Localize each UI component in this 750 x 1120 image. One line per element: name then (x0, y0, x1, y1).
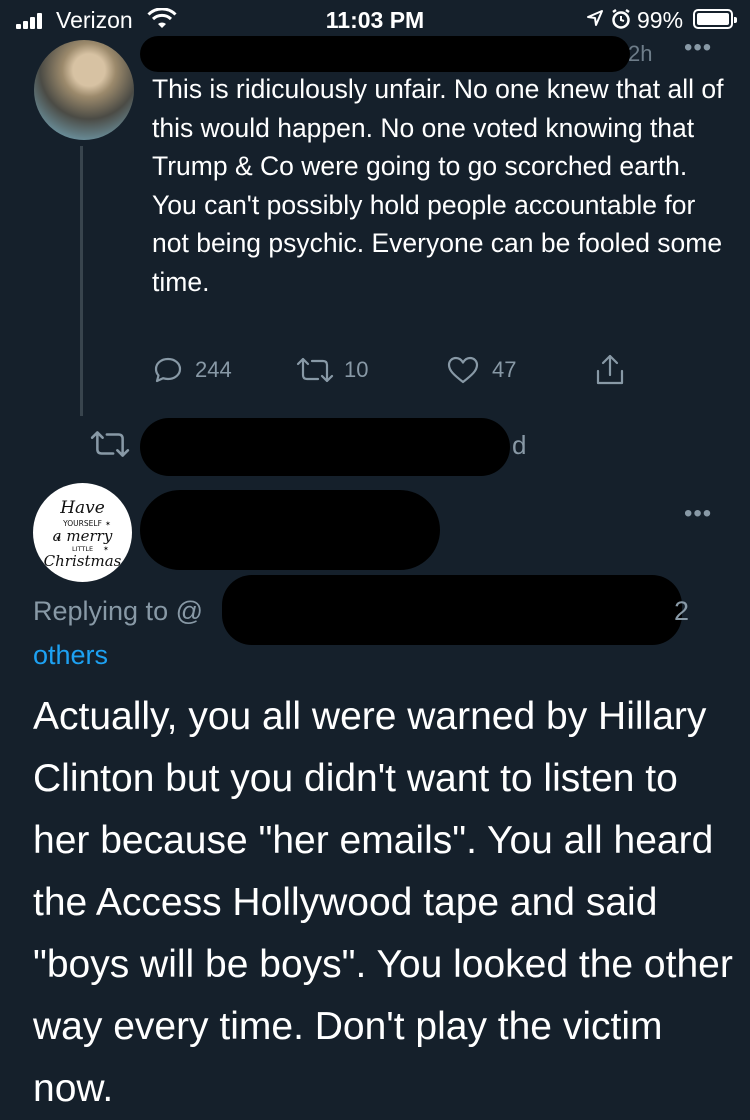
battery-icon (693, 9, 737, 29)
svg-text:Have: Have (59, 498, 105, 518)
avatar[interactable] (34, 40, 134, 140)
redacted-mentions (222, 575, 682, 645)
share-button[interactable] (594, 352, 626, 388)
share-icon (596, 354, 624, 385)
svg-text:✶: ✶ (105, 520, 111, 528)
tweet-text: Actually, you all were warned by Hillary… (33, 695, 733, 1110)
tweet-actions: 244 10 47 (0, 352, 750, 392)
tweet-text: This is ridiculously unfair. No one knew… (152, 74, 724, 297)
redacted-display-name (140, 490, 440, 570)
tweet-timestamp: 2h (628, 41, 653, 66)
reply-icon (154, 357, 182, 383)
christmas-avatar-art: Have YOURSELF a merry LITTLE Christmas ✶… (44, 498, 122, 570)
retweet-count: 10 (344, 357, 369, 382)
battery-percentage: 99% (637, 7, 684, 33)
heart-icon (447, 356, 479, 384)
redacted-username (140, 36, 630, 72)
more-options-icon[interactable]: ••• (684, 34, 712, 62)
svg-text:Christmas: Christmas (44, 552, 122, 570)
retweet-icon (296, 357, 334, 383)
retweet-small-icon (90, 431, 130, 457)
redacted-retweeter (140, 418, 510, 476)
status-bar: Verizon 11:03 PM 99% (0, 0, 750, 40)
more-options-icon[interactable]: ••• (684, 500, 712, 528)
reply-button[interactable]: 244 (153, 352, 232, 388)
retweeted-label-fragment: d (512, 430, 527, 460)
avatar[interactable]: Have YOURSELF a merry LITTLE Christmas ✶… (33, 483, 132, 582)
replying-to-others-link[interactable]: others (33, 640, 108, 671)
retweet-button[interactable]: 10 (296, 352, 368, 388)
reply-count: 244 (195, 357, 232, 382)
replying-to-count: 2 (674, 596, 690, 626)
location-arrow-icon (587, 10, 603, 26)
svg-text:✶: ✶ (55, 534, 62, 543)
replying-to-label: Replying to @ (33, 596, 203, 626)
alarm-icon (612, 8, 630, 29)
like-button[interactable]: 47 (446, 352, 516, 388)
like-count: 47 (492, 357, 517, 382)
svg-text:✶: ✶ (103, 545, 109, 553)
